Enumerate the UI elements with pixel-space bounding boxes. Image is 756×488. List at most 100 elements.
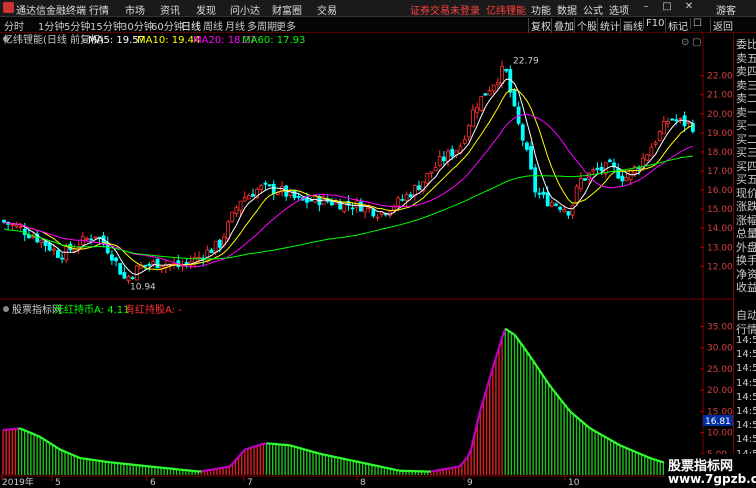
menu-discover[interactable]: 发现 — [196, 2, 216, 17]
login-alert[interactable]: 证券交易未登录 — [410, 2, 480, 17]
tool-f10[interactable]: F10 — [643, 18, 666, 29]
tool-fuquan[interactable]: 复权 — [528, 18, 553, 33]
candle-body — [252, 194, 255, 196]
tool-stock[interactable]: 个股 — [574, 18, 599, 33]
menu-formula[interactable]: 公式 — [583, 2, 603, 17]
period-more[interactable]: 更多 — [276, 18, 296, 33]
candle-body — [272, 184, 275, 193]
indicator-tick-label: 10.00 — [707, 429, 733, 439]
candle-body — [227, 222, 230, 239]
menu-market[interactable]: 市场 — [125, 2, 145, 17]
menu-options[interactable]: 选项 — [609, 2, 629, 17]
indicator-line-segment — [322, 454, 325, 455]
tool-stats[interactable]: 统计 — [597, 18, 622, 33]
indicator-line1-label: 无红持币A: 4.11 — [54, 303, 129, 316]
maximize-icon[interactable]: □ — [661, 1, 673, 13]
indicator-line-segment — [34, 434, 37, 435]
candle-body — [691, 123, 694, 131]
user-label[interactable]: 游客 — [716, 2, 736, 17]
price-tick-label: 13.00 — [707, 243, 733, 253]
indicator-line-segment — [626, 448, 629, 449]
period-intraday[interactable]: 分时 — [4, 18, 24, 33]
indicator-line-segment — [211, 469, 214, 470]
menu-trade[interactable]: 交易 — [317, 2, 337, 17]
indicator-line-segment — [344, 459, 347, 460]
minimize-icon[interactable]: – — [640, 1, 652, 13]
indicator-line-segment — [381, 467, 384, 468]
period-daily[interactable]: 日线 — [181, 18, 201, 33]
menu-data[interactable]: 数据 — [557, 2, 577, 17]
time-tick-label: 5 — [55, 478, 61, 487]
period-1min[interactable]: 1分钟 — [38, 18, 64, 33]
indicator-line-segment — [387, 468, 390, 469]
tool-mark[interactable]: 标记 — [665, 18, 690, 33]
candle-body — [268, 185, 271, 186]
price-tick-label: 20.00 — [707, 110, 733, 120]
close-icon[interactable]: ✕ — [683, 1, 695, 13]
expand-icon[interactable]: ▢ — [692, 37, 701, 48]
time-tick-label: 10 — [568, 478, 580, 487]
candle-body — [501, 67, 504, 84]
candle-body — [210, 250, 213, 253]
indicator-line-segment — [632, 451, 635, 452]
menu-ask[interactable]: 问小达 — [230, 2, 260, 17]
period-5min[interactable]: 5分钟 — [64, 18, 90, 33]
candle-body — [148, 264, 151, 265]
current-value-label: 16.81 — [705, 417, 731, 427]
watermark: 股票指标网 www.7gpzb.com — [664, 454, 756, 487]
candle-body — [330, 201, 333, 204]
watermark-url: www.7gpzb.com — [668, 472, 756, 486]
indicator-line-segment — [254, 446, 257, 447]
indicator-line-segment — [298, 447, 301, 448]
indicator-line-segment — [660, 461, 663, 462]
candle-body — [418, 186, 421, 190]
candle-body — [90, 239, 93, 240]
candle-body — [214, 241, 217, 252]
indicator-line-segment — [245, 449, 248, 450]
candle-body — [671, 119, 674, 120]
indicator-line-segment — [294, 447, 297, 448]
candle-body — [247, 196, 250, 199]
indicator-line-segment — [434, 470, 437, 471]
kline-chart[interactable]: 亿纬锂能(日线 前复权) MA5: 19.57 MA10: 19.44 MA20… — [0, 33, 733, 487]
indicator-tick-label: 35.00 — [707, 322, 733, 332]
tool-back[interactable]: 返回 — [710, 18, 735, 33]
menu-wealth[interactable]: 财富圈 — [272, 2, 302, 17]
tool-draw[interactable]: 画线 — [620, 18, 645, 33]
candle-body — [231, 212, 234, 221]
indicator-settings-icon[interactable] — [3, 306, 9, 312]
period-monthly[interactable]: 月线 — [225, 18, 245, 33]
menu-functions[interactable]: 功能 — [531, 2, 551, 17]
tick-time: 14:5 — [736, 406, 756, 417]
candle-body — [119, 263, 122, 274]
stock-short-name[interactable]: 亿纬锂能 — [486, 2, 526, 17]
indicator-line-segment — [226, 467, 229, 468]
period-30min[interactable]: 30分钟 — [121, 18, 154, 33]
period-60min[interactable]: 60分钟 — [151, 18, 184, 33]
indicator-line-segment — [456, 467, 459, 468]
indicator-line-segment — [214, 469, 217, 470]
indicator-line-segment — [356, 462, 359, 463]
menu-news[interactable]: 资讯 — [160, 2, 180, 17]
indicator-line-segment — [598, 433, 601, 435]
candle-body — [550, 203, 553, 207]
candle-body — [525, 143, 528, 149]
candle-body — [310, 200, 313, 201]
candle-body — [44, 241, 47, 246]
period-15min[interactable]: 15分钟 — [90, 18, 123, 33]
candle-body — [397, 198, 400, 206]
tool-overlay[interactable]: 叠加 — [551, 18, 576, 33]
tool-window[interactable]: ☐ — [690, 18, 704, 29]
indicator-line-segment — [375, 465, 378, 466]
tick-time: 14:5 — [736, 378, 756, 389]
low-price-label: 10.94 — [130, 283, 156, 293]
period-weekly[interactable]: 周线 — [203, 18, 223, 33]
price-tick-label: 19.00 — [707, 129, 733, 139]
collapse-icon[interactable]: ⊙ — [681, 37, 689, 48]
menu-quotes[interactable]: 行情 — [89, 2, 109, 17]
indicator-line-segment — [62, 450, 65, 451]
candle-body — [488, 91, 491, 95]
time-tick-label: 6 — [150, 478, 156, 487]
period-multi[interactable]: 多周期 — [247, 18, 277, 33]
candle-body — [492, 85, 495, 91]
